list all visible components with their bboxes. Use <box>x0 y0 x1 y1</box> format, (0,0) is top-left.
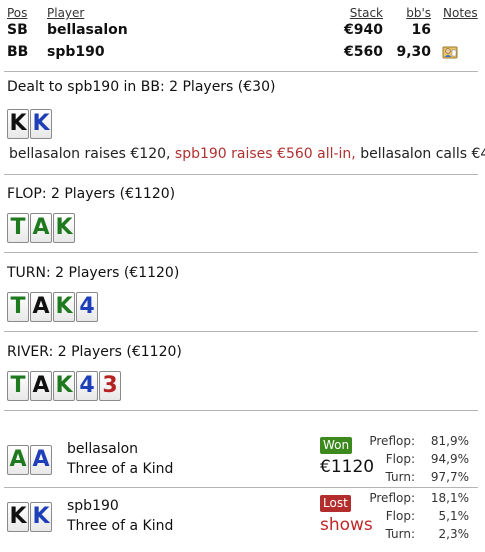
player-bbs: 16 <box>411 22 431 38</box>
divider <box>4 410 478 411</box>
turn-board: TAK4 <box>7 292 98 322</box>
playing-card: K <box>53 213 75 243</box>
column-header-bbs[interactable]: bb's <box>406 6 431 20</box>
playing-card: K <box>7 502 29 532</box>
hero-action-text: spb190 raises €560 all-in, <box>174 146 356 162</box>
equity-value: 2,3% <box>438 527 470 541</box>
result-hand-rank: Three of a Kind <box>67 518 174 534</box>
equity-label: Flop: <box>385 509 415 523</box>
flop-board: TAK <box>7 213 75 243</box>
player-note-icon[interactable] <box>442 44 458 60</box>
player-bbs: 9,30 <box>396 44 431 60</box>
divider <box>4 174 478 175</box>
playing-card: K <box>53 292 75 322</box>
playing-card: A <box>30 292 52 322</box>
player-stack: €940 <box>344 22 383 38</box>
playing-card: K <box>30 109 52 139</box>
divider <box>4 487 478 488</box>
player-hole-cards: AA <box>7 445 52 475</box>
result-player-name[interactable]: bellasalon <box>67 441 138 457</box>
playing-card: A <box>7 445 29 475</box>
equity-label: Preflop: <box>369 434 415 448</box>
equity-preflop: Preflop: 18,1% <box>315 491 475 507</box>
player-name[interactable]: bellasalon <box>47 22 128 38</box>
playing-card: T <box>7 213 29 243</box>
result-hand-rank: Three of a Kind <box>67 461 174 477</box>
equity-value: 81,9% <box>430 434 469 448</box>
equity-value: 94,9% <box>430 452 469 466</box>
player-position: SB <box>7 22 28 38</box>
playing-card: 4 <box>76 292 98 322</box>
equity-turn: Turn: 97,7% <box>315 470 475 486</box>
player-row: SB bellasalon €940 16 <box>0 22 485 44</box>
playing-card: K <box>7 109 29 139</box>
preflop-title: Dealt to spb190 in BB: 2 Players (€30) <box>7 79 276 95</box>
player-hole-cards: KK <box>7 502 52 532</box>
turn-title: TURN: 2 Players (€1120) <box>7 265 180 281</box>
players-table: Pos Player Stack bb's Notes SB bellasalo… <box>0 0 485 70</box>
equity-label: Turn: <box>385 470 415 484</box>
hole-cards: KK <box>7 109 52 139</box>
equity-flop: Flop: 94,9% <box>315 452 475 468</box>
result-player-name[interactable]: spb190 <box>67 498 119 514</box>
equity-label: Flop: <box>385 452 415 466</box>
playing-card: A <box>30 213 52 243</box>
divider <box>4 252 478 253</box>
river-board: TAK43 <box>7 371 121 401</box>
playing-card: T <box>7 371 29 401</box>
equity-value: 5,1% <box>438 509 470 523</box>
playing-card: 3 <box>99 371 121 401</box>
playing-card: 4 <box>76 371 98 401</box>
divider <box>4 71 478 72</box>
equity-preflop: Preflop: 81,9% <box>315 434 475 450</box>
playing-card: K <box>53 371 75 401</box>
action-text: bellasalon calls €440 <box>360 146 485 162</box>
column-header-player[interactable]: Player <box>47 6 84 20</box>
equity-label: Preflop: <box>369 491 415 505</box>
column-header-notes[interactable]: Notes <box>443 6 478 20</box>
equity-flop: Flop: 5,1% <box>315 509 475 525</box>
player-stack: €560 <box>344 44 383 60</box>
player-row: BB spb190 €560 9,30 <box>0 44 485 66</box>
playing-card: A <box>30 445 52 475</box>
divider <box>4 331 478 332</box>
equity-value: 18,1% <box>430 491 469 505</box>
equity-value: 97,7% <box>430 470 469 484</box>
playing-card: A <box>30 371 52 401</box>
playing-card: K <box>30 502 52 532</box>
player-name[interactable]: spb190 <box>47 44 105 60</box>
column-header-stack[interactable]: Stack <box>350 6 383 20</box>
river-title: RIVER: 2 Players (€1120) <box>7 344 182 360</box>
preflop-actions: bellasalon raises €120, spb190 raises €5… <box>9 146 485 162</box>
column-header-pos[interactable]: Pos <box>7 6 27 20</box>
player-position: BB <box>7 44 29 60</box>
equity-turn: Turn: 2,3% <box>315 527 475 543</box>
flop-title: FLOP: 2 Players (€1120) <box>7 186 176 202</box>
action-text: bellasalon raises €120, <box>9 146 175 162</box>
equity-label: Turn: <box>385 527 415 541</box>
playing-card: T <box>7 292 29 322</box>
